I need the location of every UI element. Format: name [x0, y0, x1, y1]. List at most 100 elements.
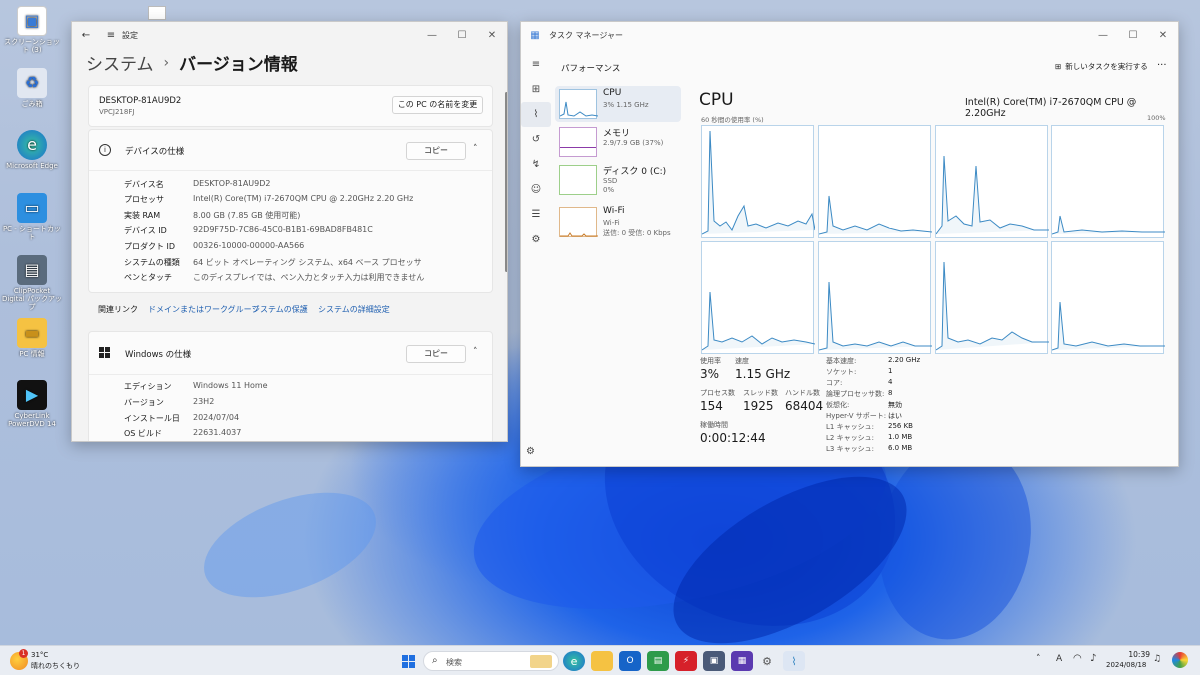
services-icon[interactable]: ⚙: [521, 227, 551, 252]
close-button[interactable]: ✕: [477, 22, 507, 48]
file-explorer-icon[interactable]: [591, 651, 613, 671]
spec-key: 仮想化:: [826, 401, 850, 409]
edge-taskbar-icon[interactable]: e: [563, 651, 585, 671]
chevron-up-icon[interactable]: ˄: [473, 347, 478, 357]
threads-value: 1925: [743, 399, 774, 413]
desktop-icon-edge[interactable]: e Microsoft Edge: [2, 130, 62, 170]
task-manager-taskbar-icon[interactable]: ⌇: [783, 651, 805, 671]
desktop-icon-pc[interactable]: ▭ PC - ショートカット: [2, 193, 62, 241]
ime-indicator[interactable]: A: [1056, 654, 1062, 664]
perf-item-cpu[interactable]: CPU 3% 1.15 GHz: [555, 86, 681, 122]
handles-label: ハンドル数: [785, 389, 820, 397]
start-button[interactable]: [397, 651, 419, 671]
spec-key: L2 キャッシュ:: [826, 434, 874, 442]
core-graph: [818, 125, 933, 238]
desktop-icon-recycle-bin[interactable]: ♻ ごみ箱: [2, 68, 62, 108]
cpu-thumbnail: [559, 89, 599, 119]
usage-label: 使用率: [700, 357, 721, 365]
spec-key: L3 キャッシュ:: [826, 445, 874, 453]
hamburger-menu-icon[interactable]: ≡: [521, 52, 551, 77]
breadcrumb-system[interactable]: システム: [86, 50, 154, 75]
processes-icon[interactable]: ⊞: [521, 77, 551, 102]
spec-key: エディション: [124, 382, 172, 391]
wifi-icon[interactable]: ◠: [1073, 653, 1082, 664]
settings-gear-icon[interactable]: ⚙: [526, 446, 535, 457]
performance-icon[interactable]: ⌇: [521, 102, 551, 127]
rename-pc-button[interactable]: この PC の名前を変更: [392, 96, 483, 114]
users-icon[interactable]: ☺: [521, 177, 551, 202]
navigation-rail: ≡ ⊞ ⌇ ↺ ↯ ☺ ☰ ⚙: [521, 52, 551, 252]
spec-value: 00326-10000-00000-AA566: [193, 241, 305, 250]
link-domain-workgroup[interactable]: ドメインまたはワークグループ: [148, 304, 259, 315]
device-model: VPCJ218FJ: [99, 108, 135, 116]
app-red-icon[interactable]: ⚡: [675, 651, 697, 671]
close-button[interactable]: ✕: [1148, 22, 1178, 48]
perf-item-memory[interactable]: メモリ 2.9/7.9 GB (37%): [555, 124, 681, 160]
perf-item-name: Wi-Fi: [603, 206, 625, 216]
perf-item-name: CPU: [603, 88, 622, 98]
spec-key: 論理プロセッサ数:: [826, 390, 885, 398]
app-purple-icon[interactable]: ▦: [731, 651, 753, 671]
startup-apps-icon[interactable]: ↯: [521, 152, 551, 177]
spec-row: プロセッサ Intel(R) Core(TM) i7-2670QM CPU @ 2…: [124, 194, 413, 205]
chevron-up-icon[interactable]: ˄: [473, 144, 478, 154]
desktop-icon-clippocket[interactable]: ▤ ClipPocket Digital パックアップ: [2, 255, 62, 311]
spec-value: 23H2: [193, 397, 215, 406]
scrollbar[interactable]: [505, 92, 507, 272]
new-task-button[interactable]: ⊞ 新しいタスクを実行する: [1055, 61, 1148, 72]
settings-taskbar-icon[interactable]: ⚙: [756, 651, 778, 671]
spec-value: 256 KB: [888, 422, 913, 430]
spec-key: Hyper-V サポート:: [826, 412, 887, 420]
weather-temp[interactable]: 31°C: [31, 651, 48, 659]
more-options-button[interactable]: ···: [1157, 60, 1167, 71]
minimize-button[interactable]: —: [1088, 22, 1118, 48]
taskmanager-app-title: タスク マネージャー: [549, 30, 623, 40]
chevron-up-icon[interactable]: ˄: [1036, 654, 1041, 664]
processes-label: プロセス数: [700, 389, 735, 397]
maximize-button[interactable]: ☐: [447, 22, 477, 48]
desktop-icon-powerdvd[interactable]: ▶ CyberLink PowerDVD 14: [2, 380, 62, 428]
file-icon[interactable]: [148, 6, 166, 20]
desktop-icon-folder[interactable]: ▬ PC 情報: [2, 318, 62, 358]
search-icon: ⌕: [432, 655, 438, 666]
details-icon[interactable]: ☰: [521, 202, 551, 227]
maximize-button[interactable]: ☐: [1118, 22, 1148, 48]
clock-time[interactable]: 10:39: [1112, 650, 1150, 659]
perf-item-sub: SSD: [603, 177, 618, 185]
desktop-icon-label: ClipPocket Digital パックアップ: [2, 287, 62, 311]
copy-windows-spec-button[interactable]: コピー: [406, 345, 466, 363]
info-icon: i: [99, 144, 111, 156]
minimize-button[interactable]: —: [417, 22, 447, 48]
desktop-icon-label: CyberLink PowerDVD 14: [8, 412, 56, 428]
copilot-icon[interactable]: [1172, 652, 1188, 668]
desktop-icon-screenshot[interactable]: ▣ スクリーンショット (3): [2, 6, 62, 54]
spec-value: 8.00 GB (7.85 GB 使用可能): [193, 211, 301, 220]
perf-item-wifi[interactable]: Wi-Fi Wi-Fi 送信: 0 受信: 0 Kbps: [555, 204, 681, 240]
spec-key: 基本速度:: [826, 357, 857, 365]
notification-bell-icon[interactable]: ♫: [1153, 654, 1161, 664]
recycle-bin-icon: ♻: [17, 68, 47, 98]
back-arrow-icon[interactable]: ←: [72, 30, 100, 41]
new-task-icon: ⊞: [1055, 62, 1062, 71]
clippocket-icon: ▤: [17, 255, 47, 285]
processes-value: 154: [700, 399, 723, 413]
copy-device-spec-button[interactable]: コピー: [406, 142, 466, 160]
volume-icon[interactable]: ♪: [1090, 653, 1096, 664]
perf-item-sub: 送信: 0 受信: 0 Kbps: [603, 229, 671, 237]
app-green-icon[interactable]: ▤: [647, 651, 669, 671]
weather-desc[interactable]: 晴れのちくもり: [31, 661, 80, 671]
clock-date[interactable]: 2024/08/18: [1106, 661, 1146, 669]
wifi-thumb-graph: [560, 232, 598, 237]
spec-value: 6.0 MB: [888, 444, 913, 452]
link-advanced-system-settings[interactable]: システムの詳細設定: [318, 304, 390, 315]
link-system-protection[interactable]: システムの保護: [252, 304, 308, 315]
app-history-icon[interactable]: ↺: [521, 127, 551, 152]
app-slate-icon[interactable]: ▣: [703, 651, 725, 671]
search-box[interactable]: ⌕ 検索: [423, 651, 559, 671]
outlook-icon[interactable]: O: [619, 651, 641, 671]
breadcrumb-separator: ›: [163, 54, 170, 71]
taskbar: 1 31°C 晴れのちくもり ⌕ 検索 e O ▤ ⚡ ▣ ▦ ⚙ ⌇ ˄ A …: [0, 645, 1200, 675]
perf-item-disk[interactable]: ディスク 0 (C:) SSD 0%: [555, 162, 681, 198]
hamburger-menu-icon[interactable]: ≡: [100, 30, 122, 41]
core-graph: [1051, 125, 1165, 238]
